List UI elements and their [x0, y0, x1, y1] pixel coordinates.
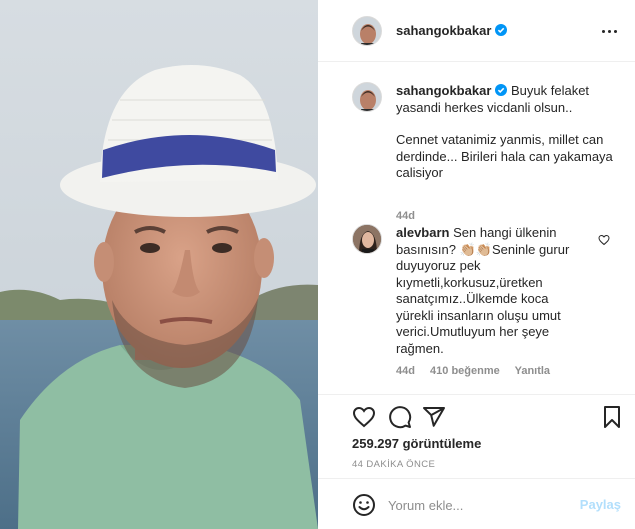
post-header: sahangokbakar: [318, 0, 635, 62]
heart-icon[interactable]: [352, 405, 376, 429]
more-dot-icon: [601, 29, 605, 33]
verified-badge-icon: [495, 84, 508, 96]
comments-list: sahangokbakar Buyuk felaket yasandi herk…: [318, 62, 635, 394]
post-timestamp[interactable]: 44 DAKİKA ÖNCE: [352, 459, 435, 470]
post-video[interactable]: [0, 0, 318, 529]
bookmark-icon[interactable]: [600, 405, 624, 429]
more-options-button[interactable]: [597, 22, 621, 40]
comment-username[interactable]: alevbarn: [396, 225, 449, 240]
post-username-text[interactable]: sahangokbakar: [396, 23, 491, 38]
comment-input[interactable]: [388, 494, 568, 516]
avatar-image: [353, 16, 381, 45]
share-icon[interactable]: [422, 405, 446, 429]
post-username[interactable]: sahangokbakar: [396, 23, 508, 38]
comment-time[interactable]: 44d: [396, 365, 415, 377]
caption-time[interactable]: 44d: [396, 210, 415, 222]
post-details-panel: sahangokbakar sahangokbakar Buyuk felake…: [318, 0, 635, 529]
comment-meta: 44d 410 beğenme Yanıtla: [396, 365, 562, 377]
post-comment-button[interactable]: Paylaş: [580, 497, 621, 512]
avatar[interactable]: [352, 82, 382, 112]
emoji-icon[interactable]: [352, 493, 376, 517]
commenter-avatar[interactable]: [352, 224, 382, 254]
action-bar: 259.297 görüntüleme 44 DAKİKA ÖNCE: [318, 394, 635, 490]
caption-line-2: Cennet vatanimiz yanmis, millet can derd…: [396, 132, 613, 180]
more-dot-icon: [613, 29, 617, 33]
comment-likes[interactable]: 410 beğenme: [430, 365, 500, 377]
avatar-image: [353, 225, 381, 253]
caption-username[interactable]: sahangokbakar: [396, 83, 491, 98]
avatar-image: [353, 83, 381, 111]
reply-button[interactable]: Yanıtla: [515, 365, 550, 377]
comment-body: Sen hangi ülkenin basınısın? 👏🏼👏🏼Seninle…: [396, 225, 570, 356]
more-dot-icon: [607, 29, 611, 33]
caption-text: sahangokbakar Buyuk felaket yasandi herk…: [396, 83, 624, 182]
comment-text: alevbarn Sen hangi ülkenin basınısın? 👏🏼…: [396, 225, 580, 357]
verified-badge-icon: [495, 24, 508, 36]
avatar[interactable]: [352, 15, 382, 46]
video-frame-image: [0, 0, 318, 529]
instagram-post-window: sahangokbakar sahangokbakar Buyuk felake…: [0, 0, 635, 529]
view-count[interactable]: 259.297 görüntüleme: [352, 436, 481, 451]
add-comment-bar: Paylaş: [318, 478, 635, 529]
comment-icon[interactable]: [388, 405, 412, 429]
comment-like-heart-icon[interactable]: [598, 234, 610, 246]
